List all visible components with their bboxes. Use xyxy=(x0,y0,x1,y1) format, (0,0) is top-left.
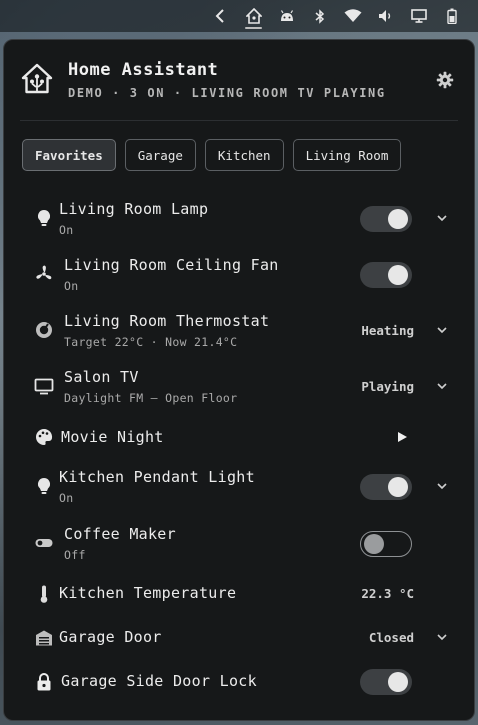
app-title: Home Assistant xyxy=(68,60,219,80)
tab-kitchen[interactable]: Kitchen xyxy=(204,139,284,171)
android-icon[interactable] xyxy=(270,0,303,32)
system-tray xyxy=(0,0,478,32)
entity-name: Salon TV xyxy=(64,368,139,386)
home-assistant-logo-icon xyxy=(21,63,53,94)
entity-status: On xyxy=(59,223,74,237)
entity-row-thermostat[interactable]: Living Room Thermostat Target 22°C · Now… xyxy=(4,308,474,352)
play-icon[interactable] xyxy=(396,431,408,443)
fan-icon xyxy=(36,265,52,280)
tv-icon xyxy=(34,378,54,395)
toggle-knob xyxy=(388,477,408,497)
header-divider xyxy=(20,120,458,121)
back-arrow-icon[interactable] xyxy=(204,0,237,32)
entity-status: On xyxy=(64,279,79,293)
switch-icon xyxy=(35,539,53,547)
entity-name: Garage Door xyxy=(59,628,162,646)
chevron-down-icon[interactable] xyxy=(436,212,448,224)
entity-state: 22.3 °C xyxy=(361,586,414,601)
lightbulb-icon xyxy=(37,209,51,226)
entity-name: Garage Side Door Lock xyxy=(61,672,257,690)
toggle-knob xyxy=(388,672,408,692)
chevron-down-icon[interactable] xyxy=(436,631,448,643)
entity-name: Living Room Thermostat xyxy=(64,312,270,330)
entity-row-coffee-maker[interactable]: Coffee Maker Off xyxy=(4,521,474,565)
entity-row-living-room-lamp[interactable]: Living Room Lamp On xyxy=(4,196,474,240)
entity-row-kitchen-pendant[interactable]: Kitchen Pendant Light On xyxy=(4,464,474,508)
chevron-down-icon[interactable] xyxy=(436,480,448,492)
toggle-knob xyxy=(388,265,408,285)
entity-row-kitchen-temperature[interactable]: Kitchen Temperature 22.3 °C xyxy=(4,572,474,616)
garage-icon xyxy=(36,630,52,646)
entity-row-salon-tv[interactable]: Salon TV Daylight FM — Open Floor Playin… xyxy=(4,364,474,408)
volume-icon[interactable] xyxy=(369,0,402,32)
wifi-icon[interactable] xyxy=(336,0,369,32)
home-assistant-panel: Home Assistant DEMO · 3 ON · LIVING ROOM… xyxy=(3,39,475,721)
entity-status: Daylight FM — Open Floor xyxy=(64,391,238,405)
entity-name: Kitchen Pendant Light xyxy=(59,468,255,486)
entity-status: Off xyxy=(64,548,86,562)
settings-gear-icon[interactable] xyxy=(436,71,454,89)
pendant-toggle[interactable] xyxy=(360,474,412,500)
entity-state: Heating xyxy=(361,323,414,338)
entity-name: Kitchen Temperature xyxy=(59,584,237,602)
chevron-down-icon[interactable] xyxy=(436,380,448,392)
home-assistant-tray-icon[interactable] xyxy=(237,0,270,32)
lamp-toggle[interactable] xyxy=(360,206,412,232)
entity-status: On xyxy=(59,491,74,505)
app-status-subtitle: DEMO · 3 ON · LIVING ROOM TV PLAYING xyxy=(68,86,386,100)
chevron-down-icon[interactable] xyxy=(436,324,448,336)
entity-name: Living Room Lamp xyxy=(59,200,209,218)
fan-toggle[interactable] xyxy=(360,262,412,288)
entity-row-garage-door[interactable]: Garage Door Closed xyxy=(4,616,474,660)
entity-row-ceiling-fan[interactable]: Living Room Ceiling Fan On xyxy=(4,252,474,296)
entity-status: Target 22°C · Now 21.4°C xyxy=(64,335,238,349)
battery-icon[interactable] xyxy=(435,0,468,32)
entity-row-movie-night[interactable]: Movie Night xyxy=(4,415,474,459)
toggle-knob xyxy=(388,209,408,229)
entity-row-garage-side-door-lock[interactable]: Garage Side Door Lock xyxy=(4,660,474,704)
tab-living-room[interactable]: Living Room xyxy=(292,139,402,171)
tab-favorites[interactable]: Favorites xyxy=(22,139,116,171)
toggle-knob xyxy=(364,534,384,554)
panel-header: Home Assistant DEMO · 3 ON · LIVING ROOM… xyxy=(20,58,458,104)
lock-toggle[interactable] xyxy=(360,669,412,695)
coffee-maker-toggle[interactable] xyxy=(360,531,412,557)
entity-name: Coffee Maker xyxy=(64,525,176,543)
entity-state: Closed xyxy=(368,630,414,645)
thermostat-icon xyxy=(36,322,52,338)
thermometer-icon xyxy=(40,585,48,603)
lightbulb-icon xyxy=(37,477,51,494)
area-tabs: Favorites Garage Kitchen Living Room xyxy=(22,139,402,171)
tab-garage[interactable]: Garage xyxy=(124,139,196,171)
entity-state: Playing xyxy=(361,379,414,394)
bluetooth-icon[interactable] xyxy=(303,0,336,32)
entity-name: Movie Night xyxy=(61,428,164,446)
palette-icon xyxy=(36,428,53,445)
monitor-icon[interactable] xyxy=(402,0,435,32)
entity-name: Living Room Ceiling Fan xyxy=(64,256,279,274)
lock-icon xyxy=(37,673,51,691)
